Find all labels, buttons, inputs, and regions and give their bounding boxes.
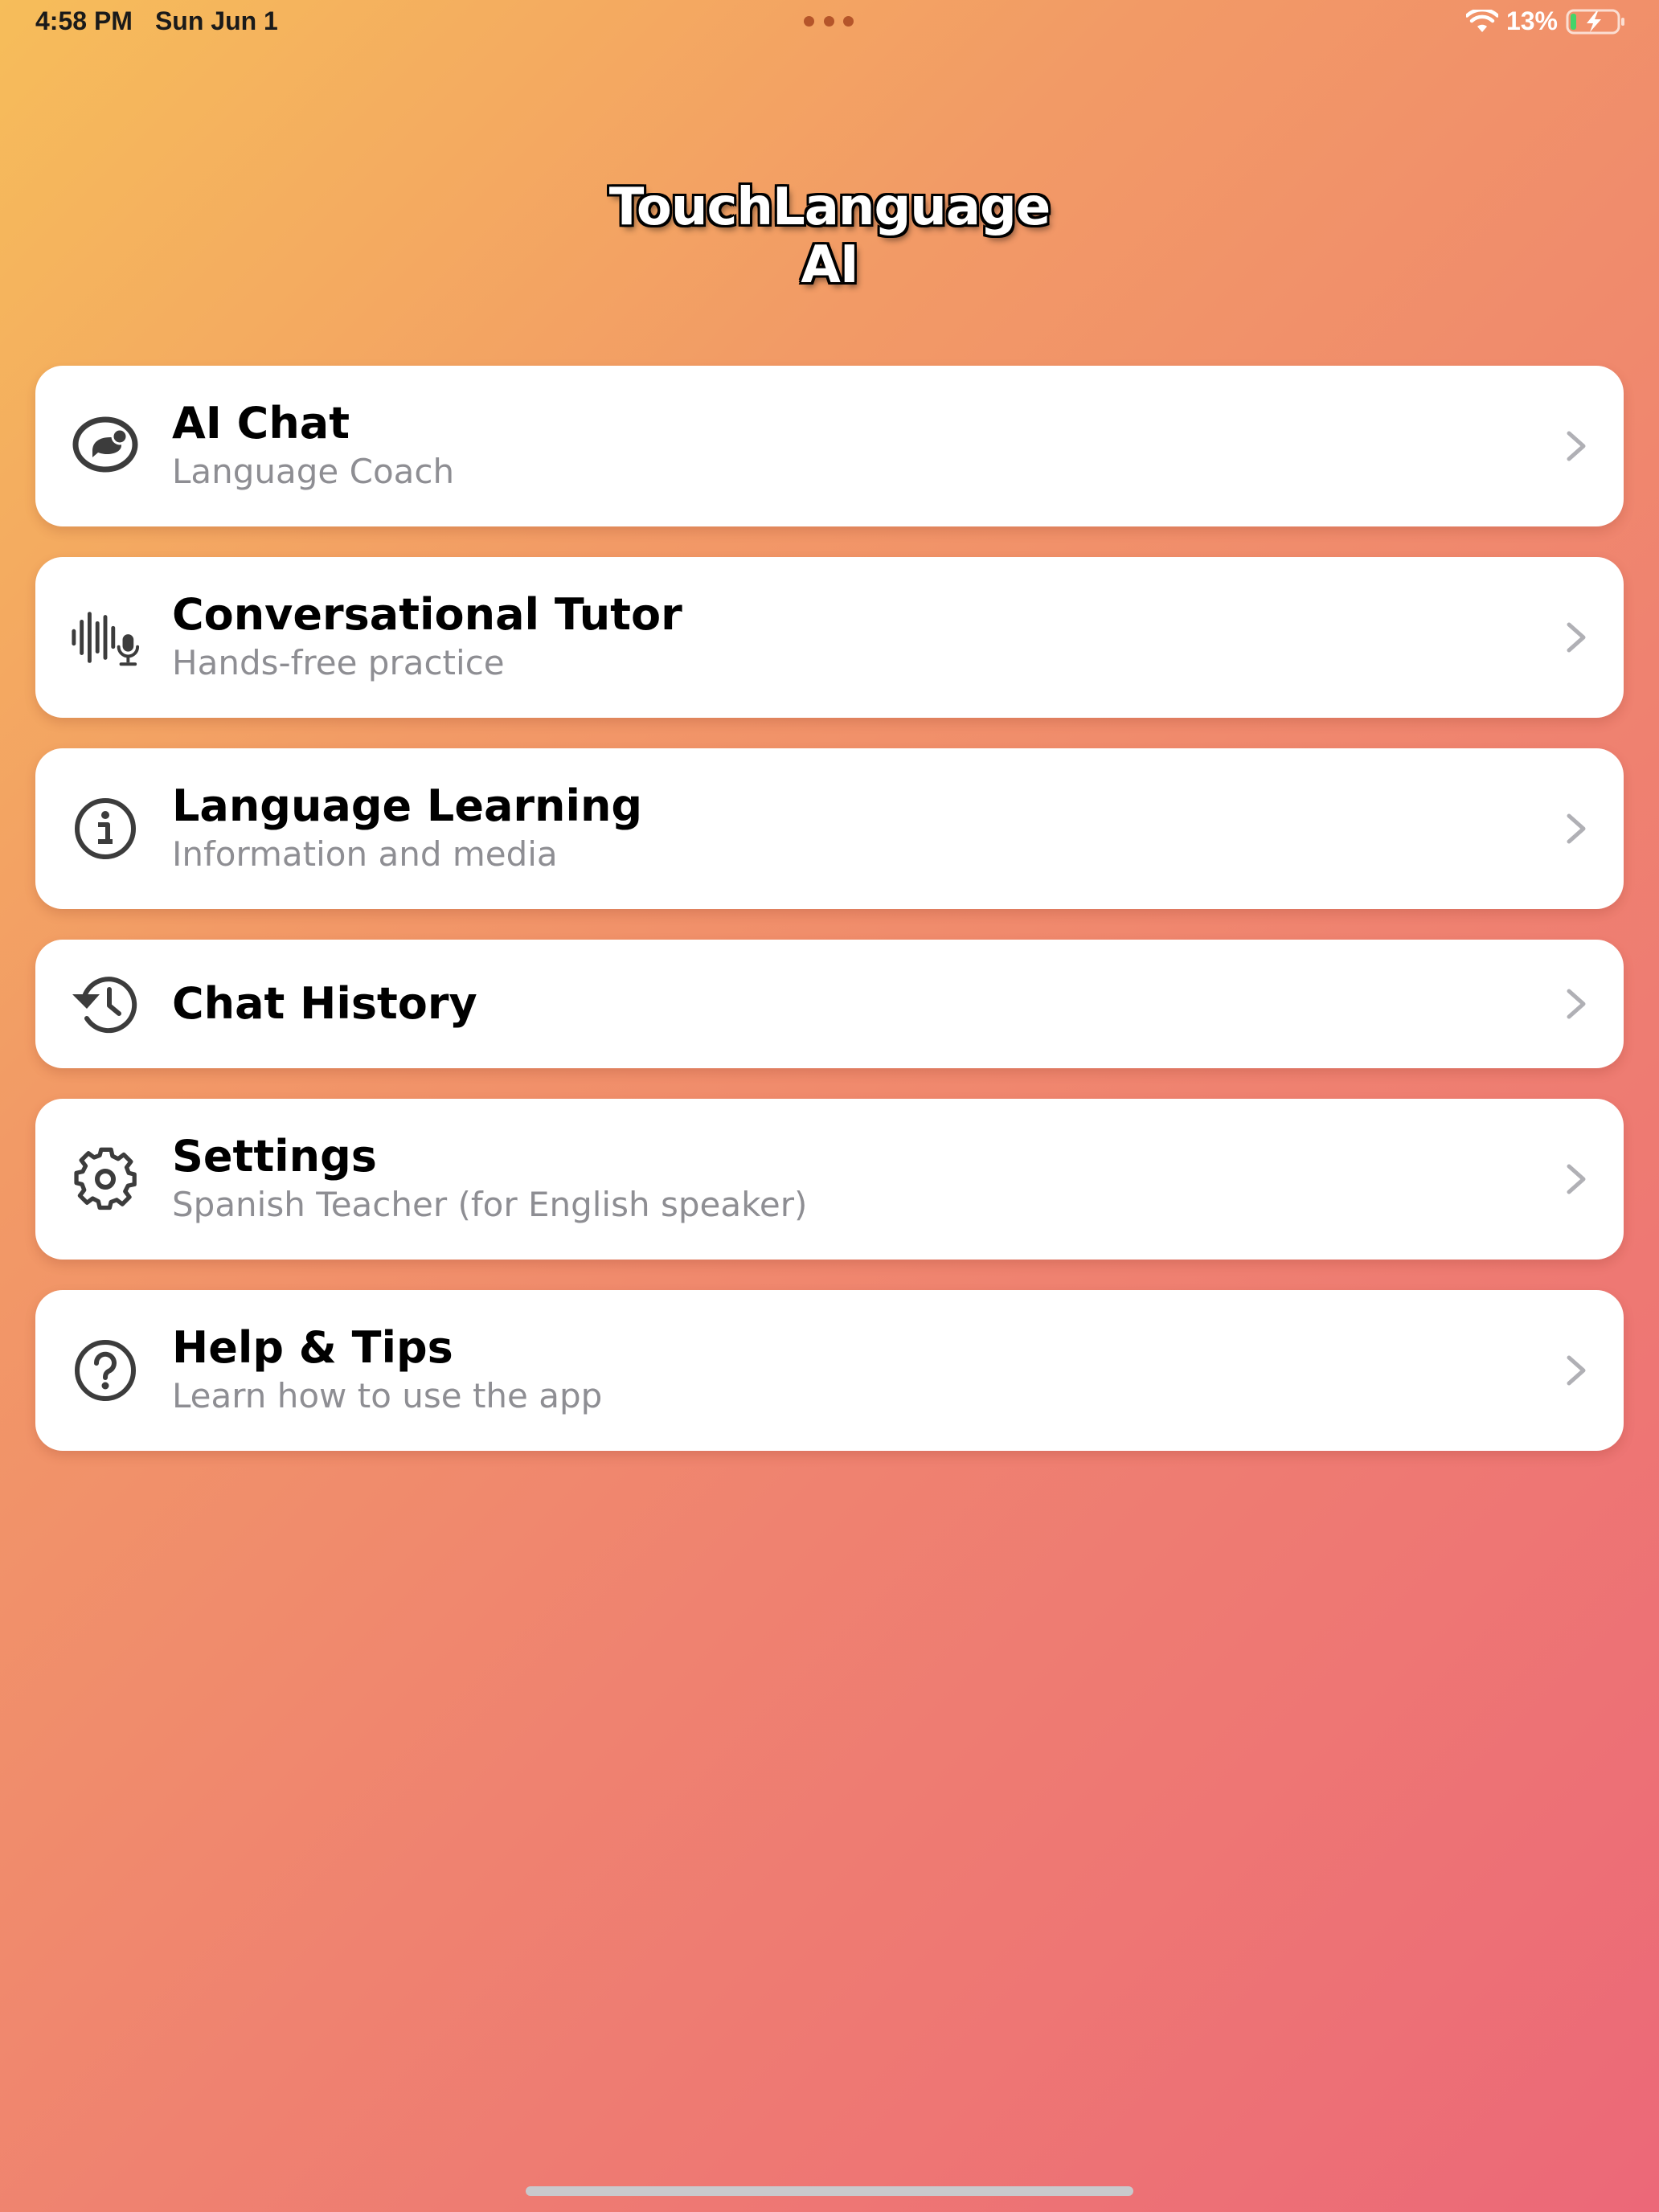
menu-item-subtitle: Spanish Teacher (for English speaker)	[172, 1185, 808, 1224]
chevron-right-icon	[1567, 989, 1586, 1019]
menu-item-text: Conversational Tutor Hands-free practice	[172, 589, 682, 686]
wifi-icon	[1465, 9, 1498, 32]
speech-bubble-icon	[69, 410, 141, 482]
status-right: 13%	[1465, 6, 1627, 36]
info-icon	[69, 793, 141, 865]
status-bar: 4:58 PM Sun Jun 1 13%	[0, 0, 1659, 48]
menu-item-title: Language Learning	[172, 780, 643, 831]
menu-item-ai-chat[interactable]: AI Chat Language Coach	[35, 366, 1624, 526]
app-title-line1: TouchLanguage	[608, 178, 1051, 237]
menu-item-text: Chat History	[172, 978, 477, 1030]
chevron-right-icon	[1567, 1164, 1586, 1194]
status-date: Sun Jun 1	[154, 6, 278, 35]
menu-item-subtitle: Language Coach	[172, 452, 455, 491]
battery-charging-icon	[1566, 9, 1624, 34]
menu-item-title: Conversational Tutor	[172, 589, 682, 640]
history-clock-icon	[69, 968, 141, 1040]
menu-item-language-learning[interactable]: Language Learning Information and media	[35, 748, 1624, 909]
menu-item-settings[interactable]: Settings Spanish Teacher (for English sp…	[35, 1099, 1624, 1260]
menu-item-text: Settings Spanish Teacher (for English sp…	[172, 1131, 807, 1227]
app-title-line2: AI	[801, 236, 858, 295]
battery-percent: 13%	[1505, 6, 1558, 35]
menu-item-help-tips[interactable]: Help & Tips Learn how to use the app	[35, 1290, 1624, 1451]
menu-item-title: Chat History	[172, 978, 477, 1029]
question-icon	[69, 1334, 141, 1407]
menu-item-chat-history[interactable]: Chat History	[35, 940, 1624, 1068]
menu-item-text: Language Learning Information and media	[172, 780, 642, 877]
menu-item-subtitle: Hands-free practice	[172, 643, 505, 682]
menu-item-text: Help & Tips Learn how to use the app	[172, 1322, 602, 1419]
gear-icon	[69, 1143, 141, 1215]
chevron-right-icon	[1567, 813, 1586, 844]
menu-item-subtitle: Learn how to use the app	[172, 1376, 603, 1415]
app-title: TouchLanguage AI	[0, 178, 1659, 294]
main-menu: AI Chat Language Coach Conversational Tu…	[35, 366, 1624, 1481]
status-time: 4:58 PM	[35, 6, 133, 35]
menu-item-subtitle: Information and media	[172, 834, 558, 874]
menu-item-title: AI Chat	[172, 398, 350, 449]
chevron-right-icon	[1567, 431, 1586, 461]
menu-item-title: Help & Tips	[172, 1322, 453, 1373]
multitasking-dots-icon[interactable]	[804, 16, 854, 27]
menu-item-conversational-tutor[interactable]: Conversational Tutor Hands-free practice	[35, 557, 1624, 718]
chevron-right-icon	[1567, 622, 1586, 653]
status-time-date: 4:58 PM Sun Jun 1	[35, 6, 301, 36]
home-indicator[interactable]	[526, 2186, 1133, 2196]
waveform-mic-icon	[69, 601, 141, 674]
menu-item-title: Settings	[172, 1131, 377, 1182]
chevron-right-icon	[1567, 1355, 1586, 1386]
menu-item-text: AI Chat Language Coach	[172, 398, 454, 494]
